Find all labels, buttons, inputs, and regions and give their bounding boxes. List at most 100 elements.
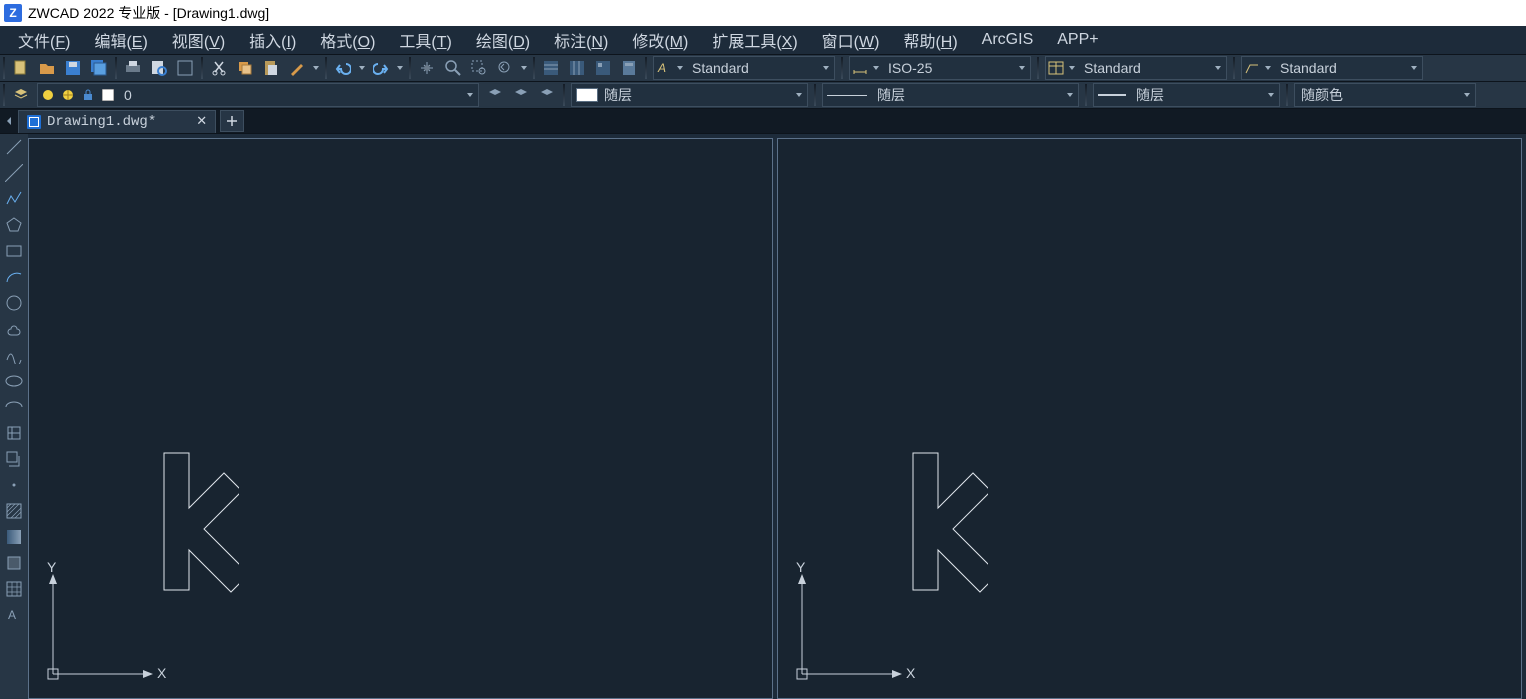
gradient-tool-icon[interactable] — [3, 526, 25, 548]
line-tool-icon[interactable] — [3, 136, 25, 158]
print-preview-icon[interactable] — [148, 57, 170, 79]
menu-arcgis[interactable]: ArcGIS — [970, 28, 1046, 52]
make-block-icon[interactable] — [3, 448, 25, 470]
layer-manager-icon[interactable] — [10, 84, 32, 106]
zoom-previous-icon[interactable] — [494, 57, 516, 79]
table-tool-icon[interactable] — [3, 578, 25, 600]
hatch-tool-icon[interactable] — [3, 500, 25, 522]
chevron-down-icon — [823, 66, 829, 70]
standard-toolbar: A Standard ISO-25 Standard Standard — [0, 55, 1526, 82]
menu-file[interactable]: 文件(F) — [6, 25, 82, 55]
document-tab-label: Drawing1.dwg* — [47, 114, 156, 130]
new-tab-button[interactable] — [220, 110, 244, 132]
insert-block-icon[interactable] — [3, 422, 25, 444]
undo-icon[interactable] — [332, 57, 354, 79]
main-area: A — ❐ ✕ Y X — [0, 134, 1526, 699]
copy-icon[interactable] — [234, 57, 256, 79]
design-center-icon[interactable] — [566, 57, 588, 79]
chevron-down-icon — [1019, 66, 1025, 70]
ucs-y-label: Y — [796, 559, 806, 575]
table-style-combo[interactable]: Standard — [1045, 56, 1227, 80]
tool-palettes-icon[interactable] — [592, 57, 614, 79]
menu-tools[interactable]: 工具(T) — [387, 25, 463, 55]
pan-icon[interactable] — [416, 57, 438, 79]
viewport-left[interactable]: Y X — [28, 138, 773, 699]
point-tool-icon[interactable] — [3, 474, 25, 496]
dim-style-value: ISO-25 — [882, 60, 938, 76]
redo-dropdown-icon[interactable] — [397, 66, 403, 70]
layer-previous-icon[interactable] — [484, 84, 506, 106]
text-style-combo[interactable]: A Standard — [653, 56, 835, 80]
chevron-down-icon — [1411, 66, 1417, 70]
zoom-realtime-icon[interactable] — [442, 57, 464, 79]
ucs-x-label: X — [906, 665, 916, 681]
app-logo-icon: Z — [4, 4, 22, 22]
revcloud-tool-icon[interactable] — [3, 318, 25, 340]
tab-scroll-left-icon[interactable] — [0, 110, 18, 132]
zoom-window-icon[interactable] — [468, 57, 490, 79]
new-file-icon[interactable] — [10, 57, 32, 79]
matchprops-icon[interactable] — [286, 57, 308, 79]
print-icon[interactable] — [122, 57, 144, 79]
menu-modify[interactable]: 修改(M) — [620, 25, 700, 55]
menu-format[interactable]: 格式(O) — [308, 25, 387, 55]
calculator-icon[interactable] — [618, 57, 640, 79]
text-style-value: Standard — [686, 60, 755, 76]
cut-icon[interactable] — [208, 57, 230, 79]
region-tool-icon[interactable] — [3, 552, 25, 574]
viewport-container: — ❐ ✕ Y X — [28, 134, 1526, 699]
properties-icon[interactable] — [540, 57, 562, 79]
plotstyle-combo[interactable]: 随颜色 — [1294, 83, 1476, 107]
menu-appplus[interactable]: APP+ — [1045, 28, 1110, 52]
polyline-tool-icon[interactable] — [3, 188, 25, 210]
layer-properties-toolbar: 0 随层 随层 随层 随颜色 — [0, 82, 1526, 109]
layer-state-icon[interactable] — [510, 84, 532, 106]
menu-dim[interactable]: 标注(N) — [542, 25, 620, 55]
dim-style-combo[interactable]: ISO-25 — [849, 56, 1031, 80]
circle-tool-icon[interactable] — [3, 292, 25, 314]
draw-toolbar: A — [0, 134, 28, 699]
open-file-icon[interactable] — [36, 57, 58, 79]
menu-draw[interactable]: 绘图(D) — [464, 25, 542, 55]
arc-tool-icon[interactable] — [3, 266, 25, 288]
ucs-x-label: X — [157, 665, 167, 681]
chevron-down-icon — [1464, 93, 1470, 97]
mleader-style-combo[interactable]: Standard — [1241, 56, 1423, 80]
publish-icon[interactable] — [174, 57, 196, 79]
mleader-style-icon — [1242, 60, 1262, 76]
viewport-right[interactable]: Y X — [777, 138, 1522, 699]
paste-icon[interactable] — [260, 57, 282, 79]
undo-dropdown-icon[interactable] — [359, 66, 365, 70]
menu-view[interactable]: 视图(V) — [160, 25, 237, 55]
ellipse-arc-tool-icon[interactable] — [3, 396, 25, 418]
polygon-tool-icon[interactable] — [3, 214, 25, 236]
save-icon[interactable] — [62, 57, 84, 79]
menu-edit[interactable]: 编辑(E) — [82, 25, 159, 55]
ellipse-tool-icon[interactable] — [3, 370, 25, 392]
mtext-tool-icon[interactable]: A — [3, 604, 25, 626]
dim-style-icon — [850, 60, 870, 76]
layer-color-icon — [98, 89, 118, 101]
linetype-combo[interactable]: 随层 — [822, 83, 1079, 107]
layer-combo[interactable]: 0 — [37, 83, 479, 107]
redo-icon[interactable] — [370, 57, 392, 79]
lineweight-combo[interactable]: 随层 — [1093, 83, 1280, 107]
color-combo[interactable]: 随层 — [571, 83, 808, 107]
close-tab-icon[interactable]: ✕ — [196, 114, 207, 129]
layer-iso-icon[interactable] — [536, 84, 558, 106]
zoom-dropdown-icon[interactable] — [521, 66, 527, 70]
saveall-icon[interactable] — [88, 57, 110, 79]
text-style-icon: A — [654, 60, 674, 76]
spline-tool-icon[interactable] — [3, 344, 25, 366]
menu-help[interactable]: 帮助(H) — [891, 25, 969, 55]
chevron-down-icon — [1268, 93, 1274, 97]
menu-extended[interactable]: 扩展工具(X) — [700, 25, 809, 55]
document-tab[interactable]: Drawing1.dwg* ✕ — [18, 110, 216, 133]
xline-tool-icon[interactable] — [3, 162, 25, 184]
menu-insert[interactable]: 插入(I) — [237, 25, 308, 55]
lineweight-value: 随层 — [1130, 85, 1170, 105]
chevron-down-icon — [796, 93, 802, 97]
dropdown-icon[interactable] — [313, 66, 319, 70]
menu-window[interactable]: 窗口(W) — [810, 25, 892, 55]
rectangle-tool-icon[interactable] — [3, 240, 25, 262]
